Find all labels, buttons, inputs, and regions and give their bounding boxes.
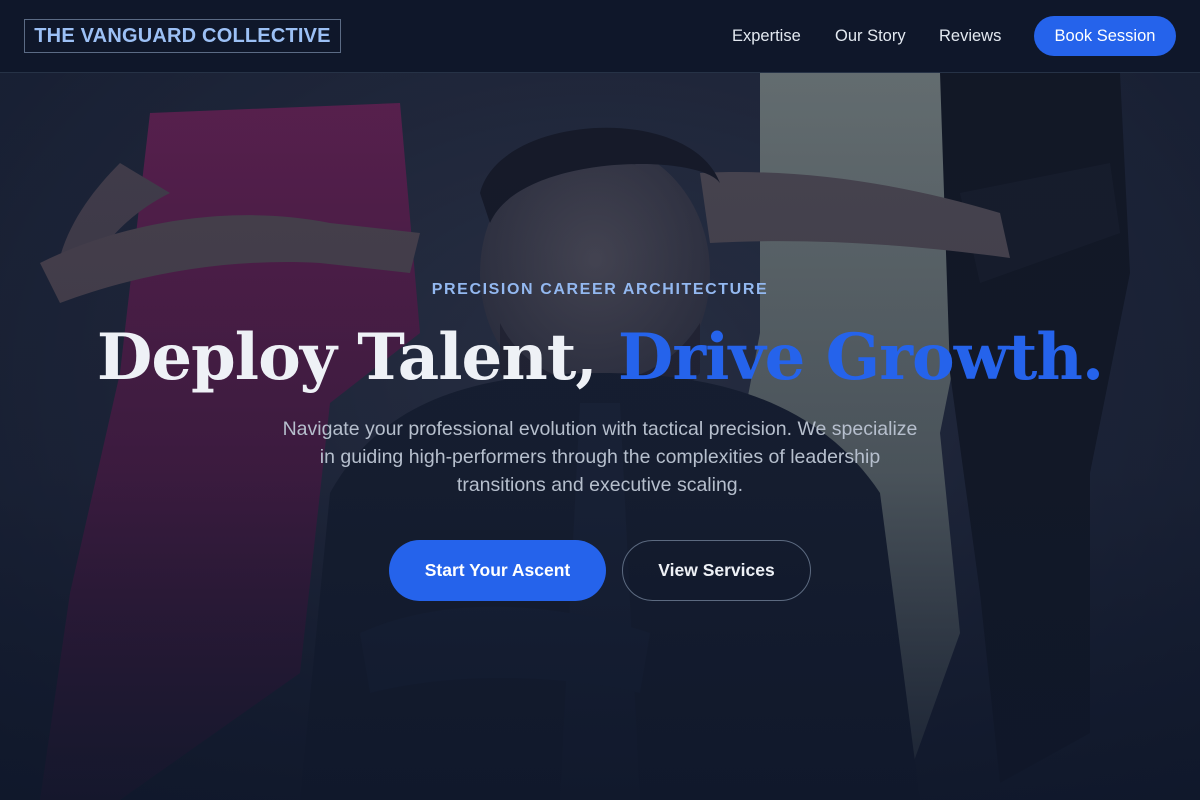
view-services-button[interactable]: View Services	[622, 540, 811, 601]
hero-headline: Deploy Talent, Drive Growth.	[0, 313, 1200, 403]
nav-link-reviews[interactable]: Reviews	[939, 25, 1001, 47]
hero-subtitle: Navigate your professional evolution wit…	[282, 418, 918, 496]
headline-part-1: Deploy Talent,	[96, 320, 598, 395]
hero-eyebrow: PRECISION CAREER ARCHITECTURE	[431, 281, 769, 298]
nav-link-our-story[interactable]: Our Story	[835, 25, 906, 47]
nav-link-expertise[interactable]: Expertise	[732, 25, 801, 47]
book-session-button[interactable]: Book Session	[1034, 16, 1176, 56]
start-your-ascent-button[interactable]: Start Your Ascent	[389, 540, 606, 601]
main-nav: Expertise Our Story Reviews	[0, 25, 1200, 47]
headline-part-2: Drive Growth.	[617, 320, 1104, 395]
hero-section: PRECISION CAREER ARCHITECTURE Deploy Tal…	[0, 73, 1200, 800]
site-header: THE VANGUARD COLLECTIVE Expertise Our St…	[0, 0, 1200, 73]
